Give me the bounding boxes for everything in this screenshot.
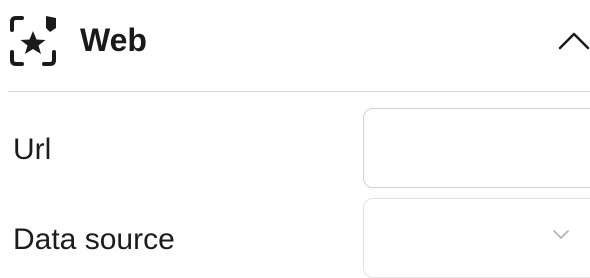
- section-title: Web: [80, 22, 147, 58]
- chevron-down-icon: [553, 230, 569, 239]
- header-divider: [8, 91, 590, 92]
- url-input[interactable]: [363, 108, 590, 188]
- url-label: Url: [13, 133, 52, 166]
- collapse-section-button[interactable]: [558, 24, 590, 56]
- section-header[interactable]: Web: [0, 0, 590, 90]
- chevron-up-icon: [558, 32, 590, 50]
- web-section-panel: Web Url Data source: [0, 0, 590, 278]
- sparkle-frame-icon: [8, 14, 64, 68]
- data-source-select[interactable]: [363, 198, 590, 278]
- data-source-label: Data source: [13, 223, 175, 256]
